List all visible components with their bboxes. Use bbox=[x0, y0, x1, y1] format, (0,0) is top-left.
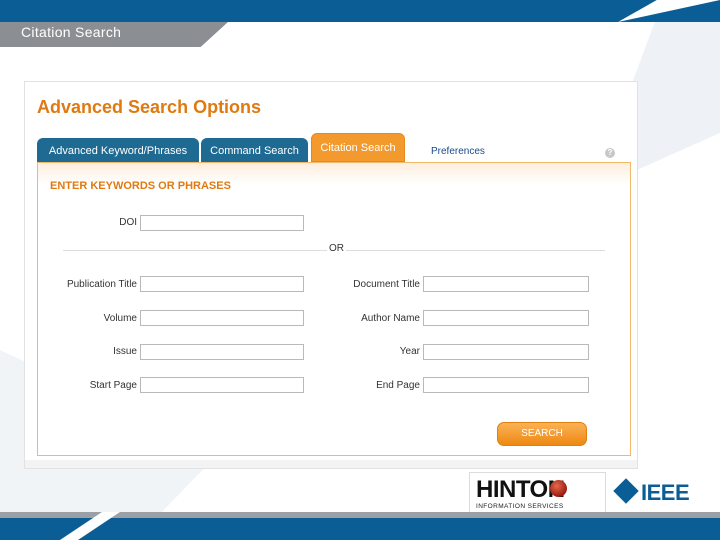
document-title-label: Document Title bbox=[353, 279, 420, 290]
hinton-globe-icon bbox=[550, 480, 567, 497]
preferences-link[interactable]: Preferences bbox=[431, 146, 485, 157]
search-button[interactable]: SEARCH bbox=[497, 422, 587, 446]
year-input[interactable] bbox=[423, 344, 589, 360]
citation-form: ENTER KEYWORDS OR PHRASES DOI OR Publica… bbox=[37, 162, 631, 456]
doi-label: DOI bbox=[119, 217, 137, 228]
panel-content: Advanced Search Options Advanced Keyword… bbox=[25, 82, 637, 460]
tab-command-search[interactable]: Command Search bbox=[201, 138, 308, 162]
slide-title: Citation Search bbox=[21, 24, 122, 40]
author-name-label: Author Name bbox=[361, 313, 420, 324]
doi-input[interactable] bbox=[140, 215, 304, 231]
hinton-tagline: INFORMATION SERVICES bbox=[476, 503, 564, 510]
publication-title-label: Publication Title bbox=[66, 279, 137, 290]
volume-label: Volume bbox=[103, 313, 137, 324]
volume-input[interactable] bbox=[140, 310, 304, 326]
end-page-input[interactable] bbox=[423, 377, 589, 393]
issue-label: Issue bbox=[113, 346, 137, 357]
section-heading: ENTER KEYWORDS OR PHRASES bbox=[50, 180, 231, 192]
publication-title-input[interactable] bbox=[140, 276, 304, 292]
year-label: Year bbox=[399, 346, 420, 357]
help-icon[interactable]: ? bbox=[605, 148, 615, 158]
ieee-diamond-icon bbox=[613, 478, 639, 504]
or-separator: OR bbox=[327, 243, 346, 254]
end-page-label: End Page bbox=[376, 380, 420, 391]
issue-input[interactable] bbox=[140, 344, 304, 360]
start-page-input[interactable] bbox=[140, 377, 304, 393]
hinton-logo: HINTON INFORMATION SERVICES bbox=[469, 472, 606, 514]
document-title-input[interactable] bbox=[423, 276, 589, 292]
bottom-band bbox=[0, 518, 720, 540]
tab-citation-search[interactable]: Citation Search bbox=[311, 133, 405, 162]
ieee-logo: IEEE bbox=[641, 480, 690, 505]
author-name-input[interactable] bbox=[423, 310, 589, 326]
top-band bbox=[0, 0, 720, 22]
start-page-label: Start Page bbox=[89, 380, 137, 391]
page-title: Advanced Search Options bbox=[37, 97, 262, 117]
search-panel: Advanced Search Options Advanced Keyword… bbox=[24, 81, 638, 469]
tab-advanced-keyword[interactable]: Advanced Keyword/Phrases bbox=[37, 138, 199, 162]
